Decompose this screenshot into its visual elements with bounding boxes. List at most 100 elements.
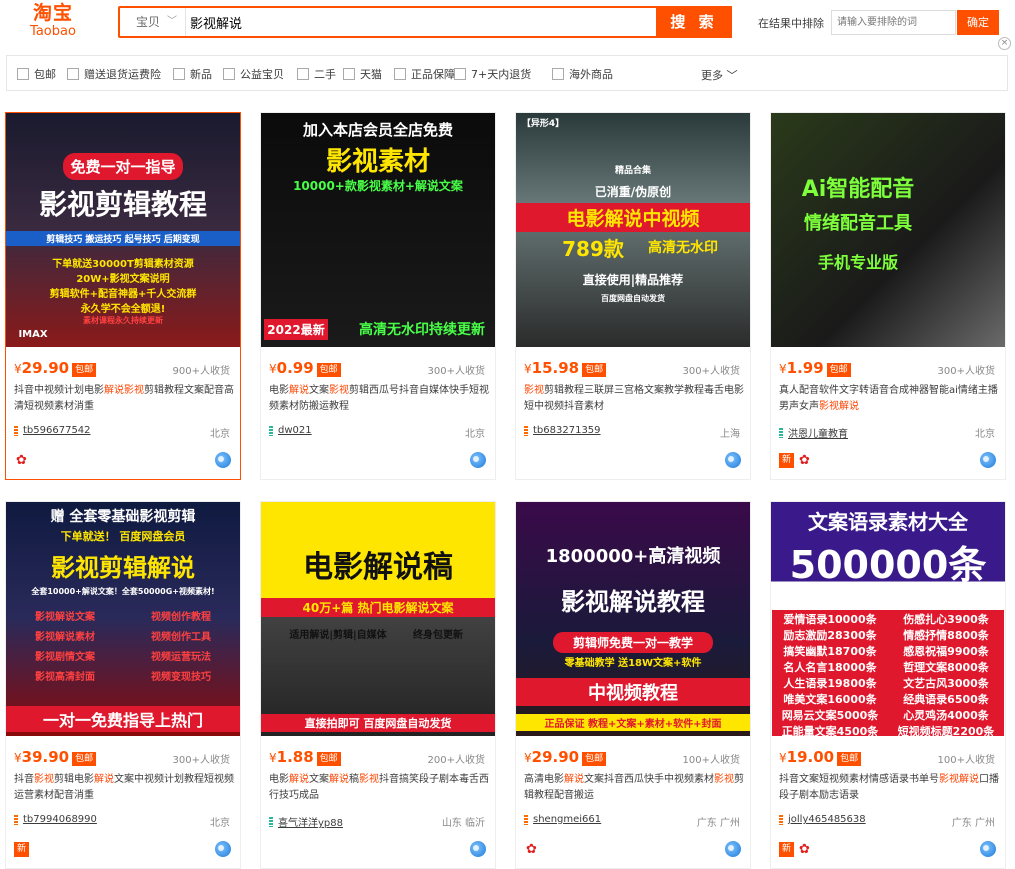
filter-option[interactable]: 天猫 [343,66,382,82]
product-poster: 赠 全套零基础影视剪辑 下单就送！ 百度网盘会员 影视剪辑解说 全套10000+解说文… [6,502,240,736]
filter-option[interactable]: 7+天内退货 [454,66,531,82]
product-price: ¥1.99 包邮 [779,359,851,377]
shop-link[interactable]: tb683271359 [524,425,601,436]
shop-location: 北京 [975,429,995,440]
product-title[interactable]: 抖音文案短视频素材情感语录书单号影视解说口播段子剧本励志语录 [779,772,1001,806]
search-category-select[interactable]: 宝贝 ﹀ [120,8,186,36]
checkbox[interactable] [67,68,79,80]
keyword-highlight: 解说 [564,774,584,785]
product-poster: 免费一对一指导 影视剪辑教程 剪辑技巧 搬运技巧 起号技巧 后期变现 下单就送3000… [6,113,240,347]
product-title[interactable]: 影视剪辑教程三联屏三宫格文案教学教程毒舌电影短中视频抖音素材 [524,383,746,417]
filter-option[interactable]: 二手 [297,66,336,82]
price-value: 29.90 [21,359,70,377]
taobao-logo[interactable]: 淘宝 Taobao [22,2,84,42]
filter-option[interactable]: 包邮 [17,66,56,82]
shop-link[interactable]: 洪恩儿童教育 [779,425,848,440]
product-image[interactable]: 赠 全套零基础影视剪辑 下单就送！ 百度网盘会员 影视剪辑解说 全套10000+解说文… [6,502,240,736]
exclude-confirm-button[interactable]: 确定 [957,10,999,35]
filter-option[interactable]: 赠送退货运费险 [67,66,161,82]
price-value: 39.90 [21,748,70,766]
sold-count: 900+人收货 [172,366,230,377]
product-card[interactable]: 免费一对一指导 影视剪辑教程 剪辑技巧 搬运技巧 起号技巧 后期变现 下单就送3000… [5,112,241,480]
poster-text: 中视频教程 [516,678,750,706]
poster-text: 直接拍即可 百度网盘自动发货 [261,714,495,732]
search-button[interactable]: 搜 索 [656,6,732,38]
filter-option[interactable]: 新品 [173,66,212,82]
checkbox[interactable] [223,68,235,80]
product-title[interactable]: 电影解说文案解说稿影视抖音搞笑段子剧本毒舌西行技巧成品 [269,772,491,806]
wangwang-chat-icon[interactable] [215,452,231,468]
wangwang-chat-icon[interactable] [215,841,231,857]
product-image[interactable]: 免费一对一指导 影视剪辑教程 剪辑技巧 搬运技巧 起号技巧 后期变现 下单就送3000… [6,113,240,347]
shop-link[interactable]: 喜气洋洋yp88 [269,814,343,829]
price-value: 29.90 [531,748,580,766]
checkbox[interactable] [297,68,309,80]
product-card[interactable]: 电影解说稿 40万+篇 热门电影解说文案 适用解说|剪辑|自媒体 终身包更新 直接拍即可… [260,501,496,869]
price-symbol: ¥ [524,751,532,765]
checkbox[interactable] [173,68,185,80]
product-card[interactable]: 文案语录素材大全 500000条 想上热门就是这么简单 爱情语录10000条 伤感扎心3… [770,501,1006,869]
keyword-highlight: 影视 [819,401,839,412]
product-title[interactable]: 真人配音软件文字转语音合成神器智能ai情绪主播男声女声影视解说 [779,383,1001,417]
poster-text: 下单就送30000T剪辑素材资源 [52,259,194,270]
shop-link[interactable]: jolly465485638 [779,814,866,825]
product-title[interactable]: 电影解说文案影视剪辑西瓜号抖音自媒体快手短视频素材防搬运教程 [269,383,491,417]
product-title[interactable]: 高清电影解说文案抖音西瓜快手中视频素材影视剪辑教程配音搬运 [524,772,746,806]
exclude-input[interactable] [831,10,956,35]
filter-option[interactable]: 海外商品 [552,66,613,82]
shop-link[interactable]: shengmei661 [524,814,601,825]
shop-name: 洪恩儿童教育 [788,429,848,440]
product-image[interactable]: Ai智能配音 情绪配音工具 手机专业版 [771,113,1005,347]
free-shipping-badge: 包邮 [826,362,851,377]
product-image[interactable]: 文案语录素材大全 500000条 想上热门就是这么简单 爱情语录10000条 伤感扎心3… [771,502,1005,736]
price-symbol: ¥ [14,751,22,765]
product-poster: 加入本店会员全店免费 影视素材 10000+款影视素材+解说文案 2022最新 高清无水… [261,113,495,347]
shop-name: tb596677542 [23,425,91,436]
price-value: 1.99 [786,359,824,377]
wangwang-chat-icon[interactable] [725,452,741,468]
wangwang-chat-icon[interactable] [980,841,996,857]
keyword-highlight: 影视 [34,774,54,785]
wangwang-chat-icon[interactable] [470,841,486,857]
product-image[interactable]: 1800000+高清视频 影视解说教程 剪辑师免费一对一教学 零基础教学 送18W文案… [516,502,750,736]
sold-count: 100+人收货 [682,755,740,766]
close-icon[interactable]: × [998,37,1011,50]
product-card[interactable]: 加入本店会员全店免费 影视素材 10000+款影视素材+解说文案 2022最新 高清无水… [260,112,496,480]
shop-link[interactable]: dw021 [269,425,312,436]
wangwang-chat-icon[interactable] [980,452,996,468]
checkbox[interactable] [343,68,355,80]
checkbox[interactable] [17,68,29,80]
product-card[interactable]: Ai智能配音 情绪配音工具 手机专业版 ¥1.99 包邮 300+人收货 真人配音软件文字转… [770,112,1006,480]
checkbox[interactable] [454,68,466,80]
keyword-highlight: 影视 [359,774,379,785]
product-image[interactable]: 加入本店会员全店免费 影视素材 10000+款影视素材+解说文案 2022最新 高清无水… [261,113,495,347]
price-symbol: ¥ [524,362,532,376]
product-card[interactable]: 1800000+高清视频 影视解说教程 剪辑师免费一对一教学 零基础教学 送18W文案… [515,501,751,869]
search-input[interactable] [190,8,650,36]
filter-label: 新品 [190,68,212,81]
poster-text: 高清无水印持续更新 [359,322,485,338]
poster-text: 直接使用|精品推荐 [582,273,684,287]
product-card[interactable]: 【异形4】 精品合集 已消重/伪原创 电影解说中视频 789款 高清无水印 直接使用|精品推… [515,112,751,480]
checkbox[interactable] [394,68,406,80]
product-image[interactable]: 【异形4】 精品合集 已消重/伪原创 电影解说中视频 789款 高清无水印 直接使用|精品推… [516,113,750,347]
filter-option[interactable]: 公益宝贝 [223,66,284,82]
free-shipping-badge: 包邮 [316,751,341,766]
sold-count: 300+人收货 [172,755,230,766]
product-card[interactable]: 赠 全套零基础影视剪辑 下单就送！ 百度网盘会员 影视剪辑解说 全套10000+解说文… [5,501,241,869]
more-filters-button[interactable]: 更多 ﹀ [701,67,738,83]
product-image[interactable]: 电影解说稿 40万+篇 热门电影解说文案 适用解说|剪辑|自媒体 终身包更新 直接拍即可… [261,502,495,736]
poster-text: 精品合集 [614,166,651,176]
shop-link[interactable]: tb596677542 [14,425,91,436]
product-title[interactable]: 抖音中视频计划电影解说影视剪辑教程文案配音高清短视频素材消重 [14,383,236,417]
filter-label: 公益宝贝 [240,68,284,81]
filter-option[interactable]: 正品保障 [394,66,455,82]
shop-link[interactable]: tb7994068990 [14,814,97,825]
poster-text: 免费一对一指导 [63,153,183,180]
product-title[interactable]: 抖音影视剪辑电影解说文案中视频计划教程短视频运营素材配音消重 [14,772,236,806]
logo-en: Taobao [30,24,76,39]
wangwang-chat-icon[interactable] [470,452,486,468]
product-price: ¥19.00 包邮 [779,748,862,766]
checkbox[interactable] [552,68,564,80]
wangwang-chat-icon[interactable] [725,841,741,857]
